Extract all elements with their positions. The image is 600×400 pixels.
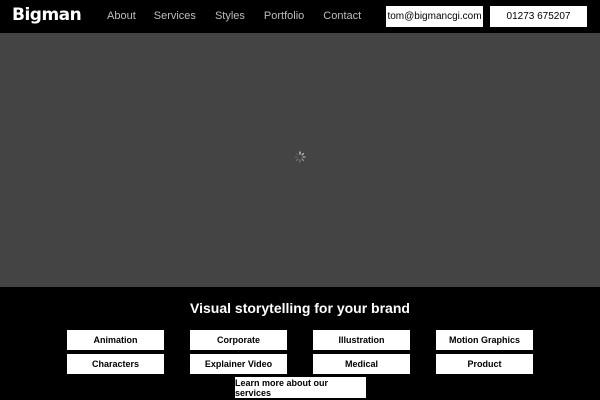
service-button-motion-graphics[interactable]: Motion Graphics <box>436 330 533 350</box>
nav-link-portfolio[interactable]: Portfolio <box>264 10 304 22</box>
main-nav: About Services Styles Portfolio Contact <box>107 10 361 22</box>
email-button[interactable]: tom@bigmancgi.com <box>386 6 483 27</box>
hero-video-area[interactable] <box>0 33 600 287</box>
service-button-corporate[interactable]: Corporate <box>190 330 287 350</box>
nav-link-about[interactable]: About <box>107 10 136 22</box>
learn-more-button[interactable]: Learn more about our services <box>235 377 366 398</box>
tagline: Visual storytelling for your brand <box>190 300 410 316</box>
service-button-animation[interactable]: Animation <box>67 330 164 350</box>
service-button-product[interactable]: Product <box>436 354 533 374</box>
phone-button[interactable]: 01273 675207 <box>490 6 587 27</box>
service-button-medical[interactable]: Medical <box>313 354 410 374</box>
loading-spinner-icon <box>294 151 306 163</box>
top-nav-bar: Bigman About Services Styles Portfolio C… <box>0 0 600 33</box>
nav-link-styles[interactable]: Styles <box>215 10 245 22</box>
nav-link-services[interactable]: Services <box>154 10 196 22</box>
nav-link-contact[interactable]: Contact <box>323 10 361 22</box>
service-button-explainer-video[interactable]: Explainer Video <box>190 354 287 374</box>
service-button-illustration[interactable]: Illustration <box>313 330 410 350</box>
logo[interactable]: Bigman <box>12 5 82 25</box>
services-section: Visual storytelling for your brand Anima… <box>0 287 600 400</box>
service-button-characters[interactable]: Characters <box>67 354 164 374</box>
